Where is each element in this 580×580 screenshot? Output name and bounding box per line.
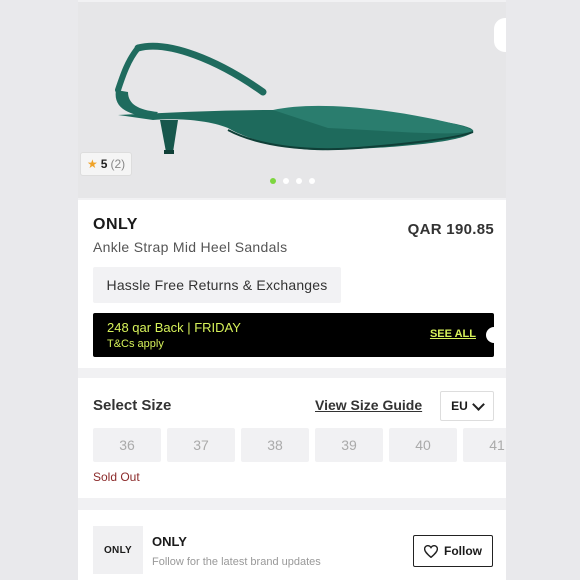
- banner-scroll-knob: [486, 327, 502, 343]
- rating-score: 5: [100, 157, 108, 171]
- size-region-select[interactable]: EU: [440, 391, 494, 421]
- returns-badge[interactable]: Hassle Free Returns & Exchanges: [93, 267, 341, 303]
- see-all-link[interactable]: SEE ALL: [430, 328, 476, 340]
- size-options: 36 37 38 39 40 41: [93, 428, 506, 462]
- product-name: Ankle Strap Mid Heel Sandals: [93, 239, 288, 255]
- size-guide-link[interactable]: View Size Guide: [315, 397, 422, 413]
- stock-status: Sold Out: [93, 470, 140, 484]
- product-image: [115, 42, 474, 154]
- follow-subtitle: Follow for the latest brand updates: [152, 556, 321, 568]
- follow-brand-name[interactable]: ONLY: [152, 534, 187, 549]
- size-section-title: Select Size: [93, 397, 172, 414]
- share-button[interactable]: [494, 18, 506, 52]
- chevron-down-icon: [471, 397, 485, 411]
- brand-logo[interactable]: ONLY: [93, 526, 143, 574]
- rating-count: (2): [110, 157, 126, 171]
- size-option[interactable]: 39: [315, 428, 383, 462]
- size-option[interactable]: 40: [389, 428, 457, 462]
- brand-name[interactable]: ONLY: [93, 216, 138, 234]
- carousel-dot[interactable]: [269, 178, 276, 184]
- rating-badge: ★ 5 (2): [80, 152, 133, 176]
- product-info-card: ONLY Ankle Strap Mid Heel Sandals QAR 19…: [78, 200, 506, 368]
- carousel-dots: [78, 178, 506, 184]
- carousel-dot[interactable]: [308, 178, 315, 184]
- size-option[interactable]: 38: [241, 428, 309, 462]
- product-price: QAR 190.85: [407, 221, 494, 238]
- star-icon: ★: [87, 157, 98, 171]
- follow-button[interactable]: Follow: [413, 535, 493, 567]
- carousel-dot[interactable]: [282, 178, 289, 184]
- cashback-banner[interactable]: 248 qar Back | FRIDAY T&Cs apply SEE ALL: [93, 313, 502, 357]
- brand-follow-card: ONLY ONLY Follow for the latest brand up…: [78, 510, 506, 580]
- size-region-value: EU: [451, 399, 468, 413]
- product-page: ★ 5 (2) ONLY Ankle Strap Mid Heel Sandal…: [78, 0, 506, 580]
- cashback-terms: T&Cs apply: [107, 338, 164, 350]
- size-selector-card: Select Size View Size Guide EU 36 37 38 …: [78, 378, 506, 498]
- size-option[interactable]: 37: [167, 428, 235, 462]
- product-image-carousel[interactable]: ★ 5 (2): [78, 2, 506, 198]
- size-option[interactable]: 41: [463, 428, 506, 462]
- follow-button-label: Follow: [444, 544, 482, 558]
- heart-icon: [424, 544, 438, 558]
- cashback-title: 248 qar Back | FRIDAY: [107, 320, 241, 335]
- carousel-dot[interactable]: [295, 178, 302, 184]
- size-option[interactable]: 36: [93, 428, 161, 462]
